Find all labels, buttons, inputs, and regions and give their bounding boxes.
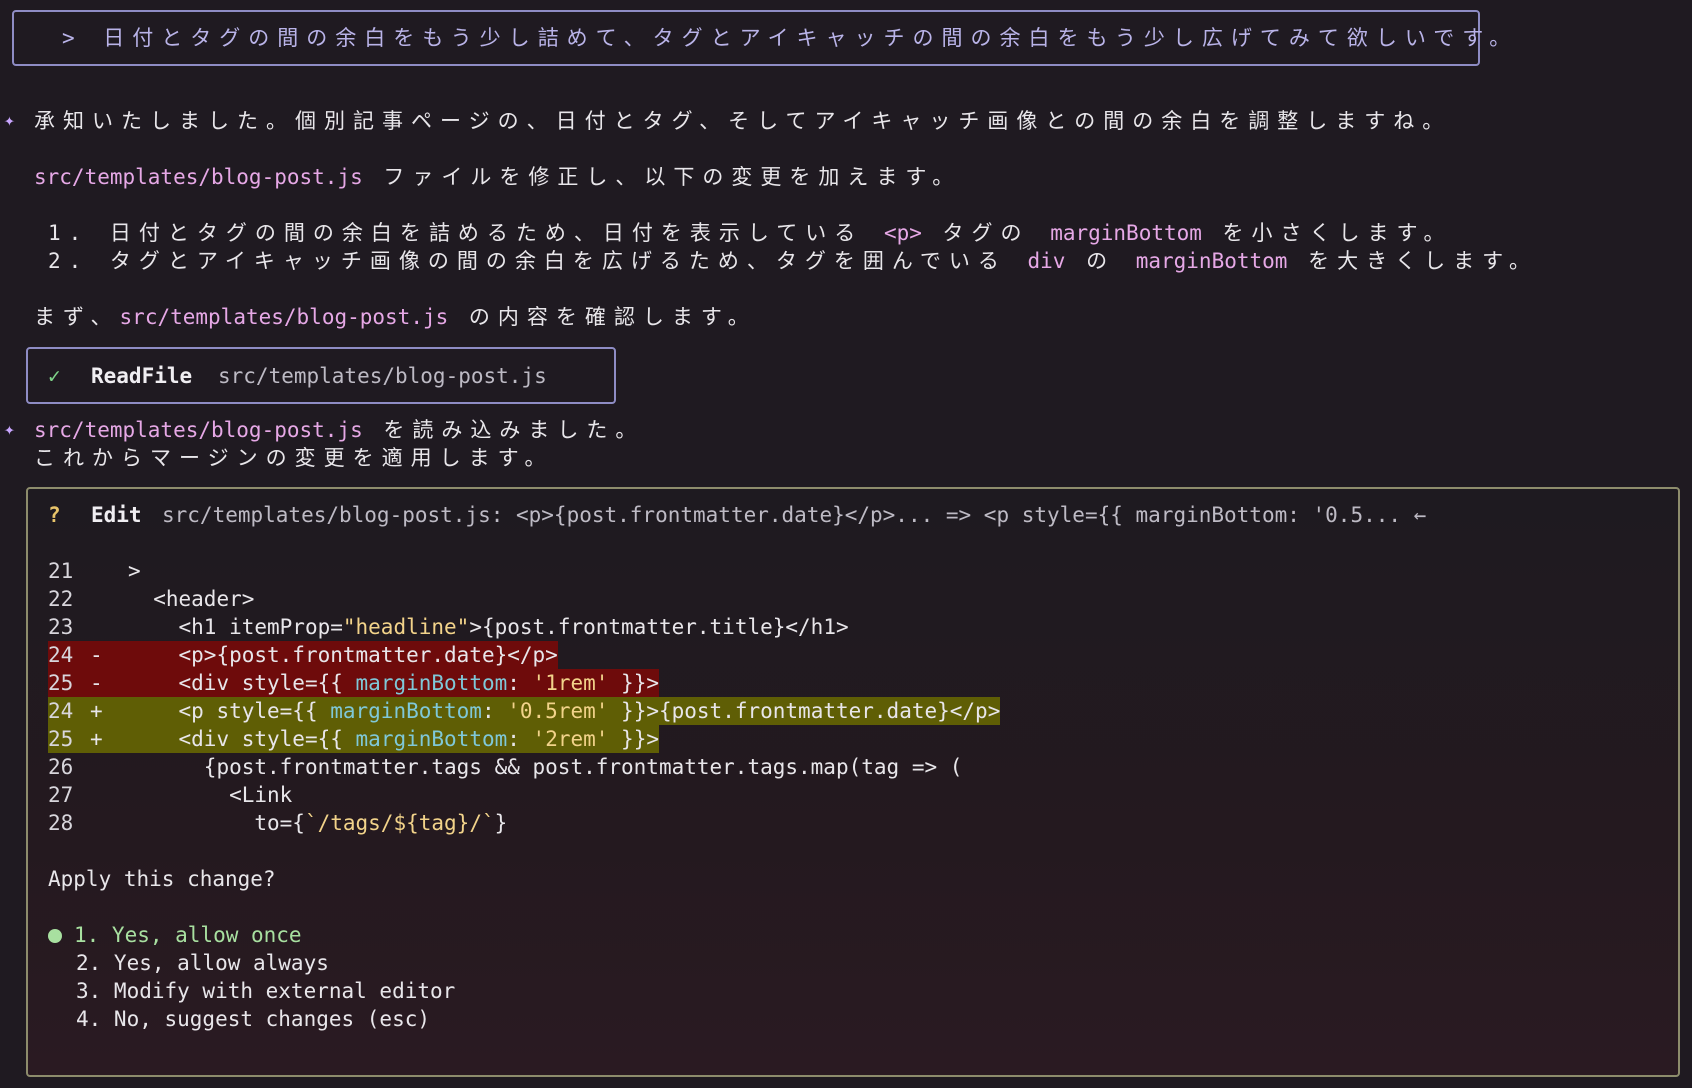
- file-path: src/templates/blog-post.js: [34, 165, 363, 189]
- apply-question: Apply this change?: [48, 867, 276, 891]
- diff-line: 26 {post.frontmatter.tags && post.frontm…: [48, 755, 963, 779]
- readfile-tool-box: ✓ ReadFile src/templates/blog-post.js: [26, 347, 616, 404]
- user-prompt-box: > 日付とタグの間の余白をもう少し詰めて、タグとアイキャッチの間の余白をもう少し…: [12, 10, 1510, 66]
- edit-confirmation-box: ? Edit src/templates/blog-post.js: <p>{p…: [26, 487, 1680, 1077]
- diff-line: 23 <h1 itemProp="headline">{post.frontma…: [48, 615, 849, 639]
- selected-dot-icon: [48, 929, 62, 943]
- assistant-star-icon: ✦: [4, 419, 15, 440]
- step-1: 1. 日付とタグの間の余白を詰めるため、日付を表示している <p> タグの ma…: [48, 221, 1453, 245]
- diff-line: 22 <header>: [48, 587, 255, 611]
- diff-line-added: 25 + <div style={{ marginBottom: '2rem' }…: [48, 725, 659, 753]
- assistant-star-icon: ✦: [4, 110, 15, 131]
- assistant-message-5: これからマージンの変更を適用します。: [34, 446, 554, 470]
- assistant-message-3: まず、src/templates/blog-post.js の内容を確認します。: [34, 305, 757, 329]
- assistant-message-1: 承知いたしました。個別記事ページの、日付とタグ、そしてアイキャッチ画像との間の余…: [34, 109, 1452, 133]
- diff-line: 21 >: [48, 559, 141, 583]
- tool-name: ReadFile: [91, 364, 193, 388]
- check-icon: ✓: [48, 364, 61, 388]
- assistant-message-4: src/templates/blog-post.js を読み込みました。: [34, 418, 645, 442]
- diff-line-removed: 24- <p>{post.frontmatter.date}</p>: [48, 641, 558, 669]
- diff-line: 28 to={`/tags/${tag}/`}: [48, 811, 508, 835]
- edit-title: Edit: [91, 503, 142, 527]
- option-allow-always[interactable]: 2. Yes, allow always: [76, 949, 329, 977]
- tool-arg: src/templates/blog-post.js: [218, 364, 547, 388]
- diff-line-added: 24 + <p style={{ marginBottom: '0.5rem' }…: [48, 697, 1001, 725]
- option-suggest-changes[interactable]: 4. No, suggest changes (esc): [76, 1005, 430, 1033]
- diff-line: 27 <Link: [48, 783, 293, 807]
- option-allow-once[interactable]: 1. Yes, allow once: [48, 921, 302, 949]
- step-2: 2. タグとアイキャッチ画像の間の余白を広げるため、タグを囲んでいる div の…: [48, 249, 1538, 273]
- user-prompt-text: > 日付とタグの間の余白をもう少し詰めて、タグとアイキャッチの間の余白をもう少し…: [62, 26, 1519, 50]
- assistant-message-2: src/templates/blog-post.js ファイルを修正し、以下の変…: [34, 165, 962, 189]
- option-external-editor[interactable]: 3. Modify with external editor: [76, 977, 455, 1005]
- diff-line-removed: 25- <div style={{ marginBottom: '1rem' }…: [48, 669, 659, 697]
- edit-description: src/templates/blog-post.js: <p>{post.fro…: [162, 503, 1427, 527]
- question-icon: ?: [48, 503, 61, 527]
